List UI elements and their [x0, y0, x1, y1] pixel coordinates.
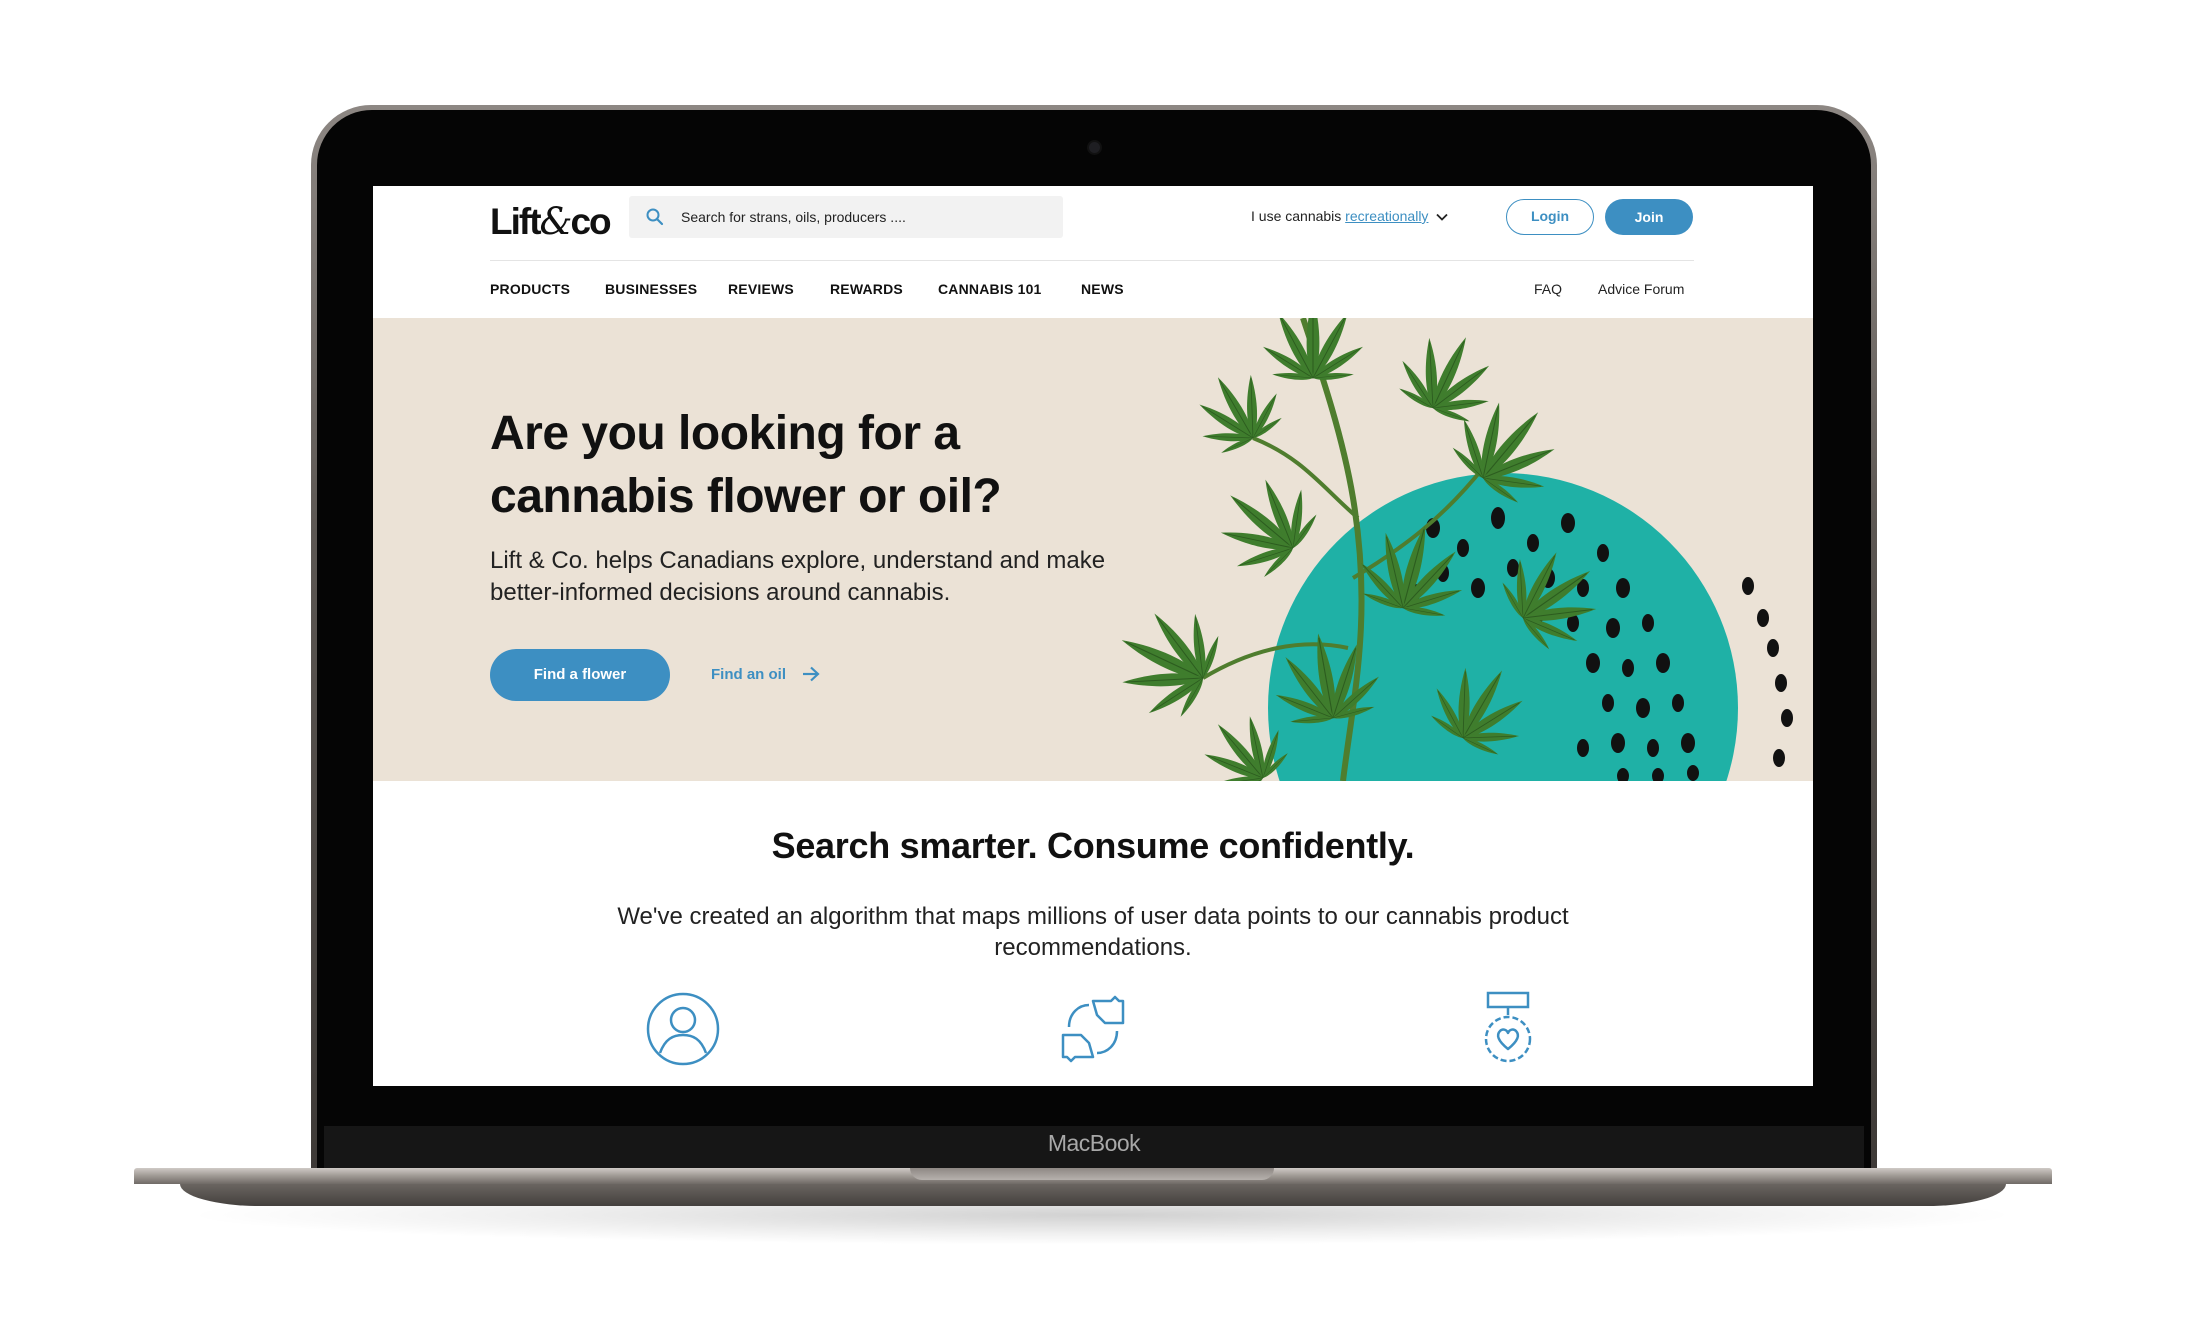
nav-item-products[interactable]: PRODUCTS	[490, 281, 570, 297]
hero-title: Are you looking for a cannabis flower or…	[490, 407, 1002, 523]
main-nav: PRODUCTS BUSINESSES REVIEWS REWARDS CANN…	[373, 261, 1813, 318]
join-button[interactable]: Join	[1605, 199, 1693, 235]
logo-ampersand: &	[539, 200, 573, 243]
logo-text-left: Lift	[490, 201, 542, 242]
search-bar[interactable]	[629, 196, 1063, 238]
usage-prefix: I use cannabis	[1251, 208, 1346, 224]
hero-subtitle: Lift & Co. helps Canadians explore, unde…	[490, 547, 1106, 606]
arrow-right-icon[interactable]	[801, 665, 821, 683]
find-oil-link[interactable]: Find an oil	[711, 666, 786, 683]
section-title: Search smarter. Consume confidently.	[771, 825, 1415, 866]
macbook-label: MacBook	[1047, 1130, 1141, 1156]
usage-selector[interactable]: I use cannabis recreationally	[1251, 208, 1449, 224]
laptop-base-lip	[180, 1184, 2006, 1206]
cannabis-plant-illustration	[1103, 318, 1793, 781]
nav-item-advice-forum[interactable]: Advice Forum	[1598, 281, 1684, 297]
nav-item-news[interactable]: NEWS	[1081, 281, 1124, 297]
nav-item-rewards[interactable]: REWARDS	[830, 281, 903, 297]
login-button[interactable]: Login	[1506, 199, 1594, 235]
nav-item-faq[interactable]: FAQ	[1534, 281, 1562, 297]
find-flower-button[interactable]: Find a flower	[490, 649, 670, 701]
laptop-hinge-notch	[910, 1168, 1274, 1180]
features-section: Search smarter. Consume confidently. We'…	[373, 781, 1813, 1086]
search-icon	[646, 208, 664, 226]
user-profile-icon	[646, 992, 720, 1066]
section-subtitle: We've created an algorithm that maps mil…	[617, 903, 1569, 961]
chevron-down-icon[interactable]	[1436, 213, 1449, 222]
webcam	[1089, 142, 1100, 153]
logo-text-right: co	[570, 201, 611, 242]
site-header: Lift&co I use cannabis recreationally Lo…	[373, 186, 1813, 260]
nav-item-businesses[interactable]: BUSINESSES	[605, 281, 697, 297]
thumbs-up-down-icon	[1061, 995, 1125, 1063]
search-input[interactable]	[681, 196, 1051, 238]
hero-banner: Are you looking for a cannabis flower or…	[373, 318, 1813, 781]
browser-screen: Lift&co I use cannabis recreationally Lo…	[373, 186, 1813, 1086]
usage-value-link[interactable]: recreationally	[1345, 208, 1428, 224]
nav-item-reviews[interactable]: REVIEWS	[728, 281, 794, 297]
heart-badge-icon	[1484, 991, 1532, 1063]
liftco-logo[interactable]: Lift&co	[490, 200, 612, 243]
nav-item-cannabis-101[interactable]: CANNABIS 101	[938, 281, 1042, 297]
